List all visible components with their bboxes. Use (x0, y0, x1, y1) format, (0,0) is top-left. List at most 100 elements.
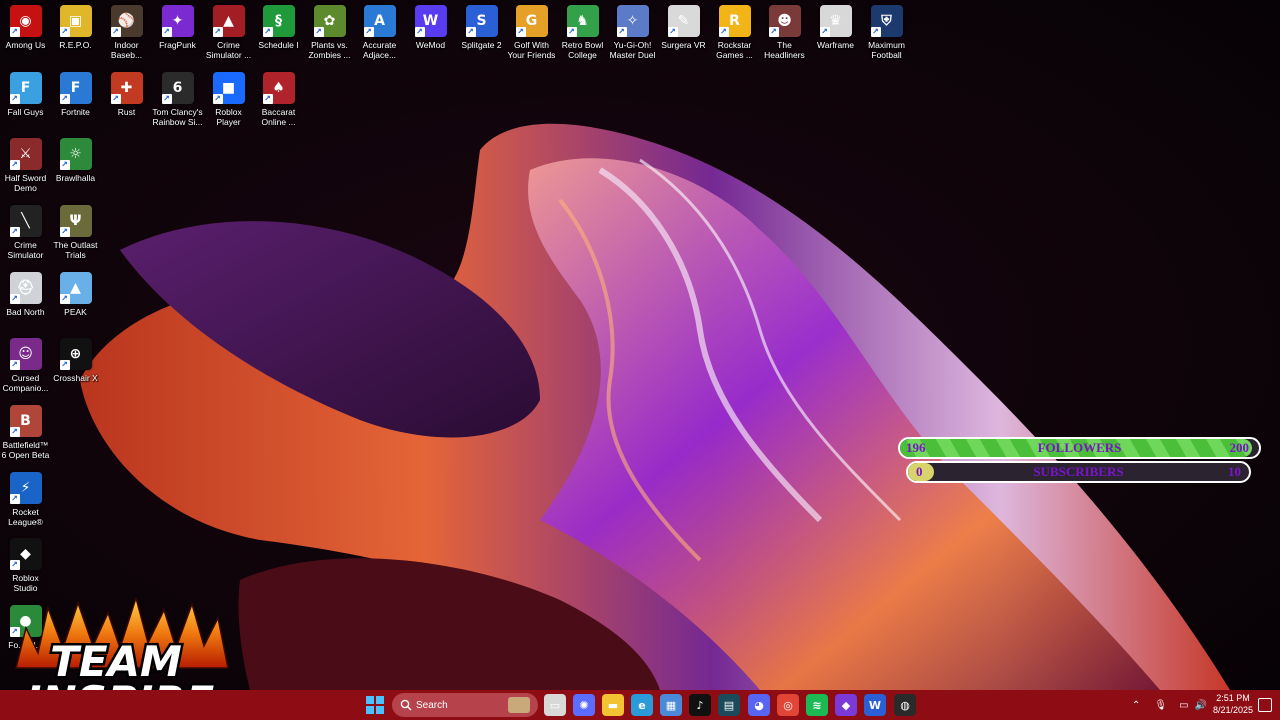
desktop-icon-label: PEAK (64, 307, 87, 317)
microphone-icon[interactable]: 🎙 (1154, 700, 1167, 711)
desktop-icon-label: FragPunk (159, 40, 196, 50)
desktop-icon-rocket-league[interactable]: ⚡ ↗ Rocket League® (0, 467, 51, 533)
desktop-icon-label: The Headliners (764, 40, 805, 60)
peak-icon: ▲ ↗ (59, 272, 92, 304)
subscribers-goal-bar: 0 SUBSCRIBERS 10 (906, 461, 1251, 483)
shortcut-arrow-icon: ↗ (515, 27, 526, 37)
desktop-icon-schedule-i[interactable]: § ↗ Schedule I (253, 0, 304, 66)
yu-gi-oh-master-duel-icon: ✧ ↗ (616, 5, 649, 37)
taskbar-spotify-icon[interactable]: ≋ (806, 694, 828, 716)
desktop-icon-bad-north[interactable]: ⛑ ↗ Bad North (0, 267, 51, 333)
taskbar-copilot-icon[interactable]: ✺ (573, 694, 595, 716)
taskbar-store-icon[interactable]: ▦ (660, 694, 682, 716)
rust-icon: ✚ ↗ (110, 72, 143, 104)
desktop-icon-tom-clancy-s-rainbow-si[interactable]: 6 ↗ Tom Clancy's Rainbow Si... (152, 67, 203, 133)
crime-simulator-icon: ╲ ↗ (9, 205, 42, 237)
battlefield-6-open-beta-icon: B ↗ (9, 405, 42, 437)
desktop-icon-cursed-companio[interactable]: ☺ ↗ Cursed Companio... (0, 333, 51, 399)
taskbar-search[interactable]: Search (392, 693, 538, 717)
taskbar-app-dark-icon[interactable]: ▤ (718, 694, 740, 716)
desktop-icon-splitgate-2[interactable]: S ↗ Splitgate 2 (456, 0, 507, 66)
desktop-icon-label: Tom Clancy's Rainbow Si... (152, 107, 203, 127)
desktop-icon-half-sword-demo[interactable]: ⚔ ↗ Half Sword Demo (0, 133, 51, 199)
desktop-icon-label: Baccarat Online ... (261, 107, 296, 127)
among-us-icon: ◉ ↗ (9, 5, 42, 37)
fall-guys-icon: F ↗ (9, 72, 42, 104)
shortcut-arrow-icon: ↗ (9, 360, 20, 370)
desktop-icon-label: Fall Guys (7, 107, 44, 117)
taskbar-task-view-icon[interactable]: ▭ (544, 694, 566, 716)
desktop-icon-crime-simulator[interactable]: ╲ ↗ Crime Simulator (0, 200, 51, 266)
desktop-icon-fragpunk[interactable]: ✦ ↗ FragPunk (152, 0, 203, 66)
crosshair-x-icon: ⊕ ↗ (59, 338, 92, 370)
shortcut-arrow-icon: ↗ (212, 27, 223, 37)
shortcut-arrow-icon: ↗ (59, 360, 70, 370)
start-button[interactable] (364, 694, 386, 716)
shortcut-arrow-icon: ↗ (59, 27, 70, 37)
chevron-up-icon[interactable]: ⌃ (1132, 700, 1140, 711)
desktop-icon-golf-with-your-friends[interactable]: G ↗ Golf With Your Friends (506, 0, 557, 66)
desktop-icon-brawlhalla[interactable]: ☼ ↗ Brawlhalla (50, 133, 101, 199)
desktop-icon-roblox-studio[interactable]: ◆ ↗ Roblox Studio (0, 533, 51, 599)
desktop-icon-fortnite[interactable]: F ↗ Fortnite (50, 67, 101, 133)
shortcut-arrow-icon: ↗ (262, 94, 273, 104)
desktop-icon-grid: ◉ ↗ Among Us ▣ ↗ R.E.P.O. ⚾ ↗ Indoor Baseb... ✦ ↗ F… (0, 0, 1280, 690)
desktop-icon-warframe[interactable]: ♛ ↗ Warframe (810, 0, 861, 66)
schedule-i-icon: § ↗ (262, 5, 295, 37)
rockstar-games-icon: R ↗ (718, 5, 751, 37)
desktop-icon-roblox-player[interactable]: ■ ↗ Roblox Player (203, 67, 254, 133)
desktop-icon-r-e-p-o[interactable]: ▣ ↗ R.E.P.O. (50, 0, 101, 66)
shortcut-arrow-icon: ↗ (9, 94, 20, 104)
clock-date: 8/21/2025 (1212, 705, 1254, 715)
desktop-icon-baccarat-online[interactable]: ♠ ↗ Baccarat Online ... (253, 67, 304, 133)
desktop-icon-wemod[interactable]: W ↗ WeMod (405, 0, 456, 66)
desktop-icon-label: Plants vs. Zombies ... (308, 40, 351, 60)
desktop-icon-the-headliners[interactable]: ☻ ↗ The Headliners (759, 0, 810, 66)
notification-icon[interactable] (1258, 698, 1272, 712)
desktop-icon-label: Yu-Gi-Oh! Master Duel (609, 40, 656, 60)
desktop-icon-accurate-adjace[interactable]: A ↗ Accurate Adjace... (354, 0, 405, 66)
shortcut-arrow-icon: ↗ (59, 94, 70, 104)
taskbar-discord-icon[interactable]: ◕ (748, 694, 770, 716)
desktop-icon-label: Rust (117, 107, 136, 117)
fortnite-icon: F ↗ (59, 72, 92, 104)
desktop-icon-peak[interactable]: ▲ ↗ PEAK (50, 267, 101, 333)
desktop-icon-label: Splitgate 2 (461, 40, 502, 50)
taskbar-tiktok-icon[interactable]: ♪ (689, 694, 711, 716)
desktop-icon-rockstar-games[interactable]: R ↗ Rockstar Games ... (709, 0, 760, 66)
plants-vs-zombies-icon: ✿ ↗ (313, 5, 346, 37)
shortcut-arrow-icon: ↗ (59, 160, 70, 170)
taskbar-app-blue-icon[interactable]: W (864, 694, 886, 716)
taskbar-obs-icon[interactable]: ◍ (894, 694, 916, 716)
desktop-icon-battlefield-6-open-beta[interactable]: B ↗ Battlefield™ 6 Open Beta (0, 400, 51, 466)
shortcut-arrow-icon: ↗ (110, 94, 121, 104)
desktop-icon-indoor-baseb[interactable]: ⚾ ↗ Indoor Baseb... (101, 0, 152, 66)
taskbar-app-purple-icon[interactable]: ◆ (835, 694, 857, 716)
shortcut-arrow-icon: ↗ (768, 27, 779, 37)
desktop-icon-the-outlast-trials[interactable]: Ψ ↗ The Outlast Trials (50, 200, 101, 266)
desktop-icon-crosshair-x[interactable]: ⊕ ↗ Crosshair X (50, 333, 101, 399)
desktop-icon-rust[interactable]: ✚ ↗ Rust (101, 67, 152, 133)
desktop-icon-retro-bowl-college[interactable]: ♞ ↗ Retro Bowl College (557, 0, 608, 66)
followers-goal-bar: 196 FOLLOWERS 200 (898, 437, 1261, 459)
taskbar-file-explorer-icon[interactable]: ▬ (602, 694, 624, 716)
desktop-icon-surgera-vr[interactable]: ✎ ↗ Surgera VR (658, 0, 709, 66)
volume-icon[interactable]: 🔊 (1195, 700, 1207, 711)
the-headliners-icon: ☻ ↗ (768, 5, 801, 37)
taskbar-edge-icon[interactable]: e (631, 694, 653, 716)
clock[interactable]: 2:51 PM 8/21/2025 (1210, 692, 1256, 716)
desktop-icon-plants-vs-zombies[interactable]: ✿ ↗ Plants vs. Zombies ... (304, 0, 355, 66)
roblox-studio-icon: ◆ ↗ (9, 538, 42, 570)
desktop-icon-label: Brawlhalla (55, 173, 96, 183)
desktop-icon-fall-guys[interactable]: F ↗ Fall Guys (0, 67, 51, 133)
desktop-icon-among-us[interactable]: ◉ ↗ Among Us (0, 0, 51, 66)
network-icon[interactable]: ▭ (1179, 700, 1188, 711)
shortcut-arrow-icon: ↗ (870, 27, 881, 37)
shortcut-arrow-icon: ↗ (9, 227, 20, 237)
desktop-icon-crime-simulator[interactable]: ▲ ↗ Crime Simulator ... (203, 0, 254, 66)
desktop-icon-yu-gi-oh-master-duel[interactable]: ✧ ↗ Yu-Gi-Oh! Master Duel (607, 0, 658, 66)
desktop-icon-label: Schedule I (258, 40, 299, 50)
desktop-icon-maximum-football[interactable]: ⛨ ↗ Maximum Football (861, 0, 912, 66)
desktop-icon-label: Battlefield™ 6 Open Beta (1, 440, 50, 460)
taskbar-chrome-icon[interactable]: ◎ (777, 694, 799, 716)
